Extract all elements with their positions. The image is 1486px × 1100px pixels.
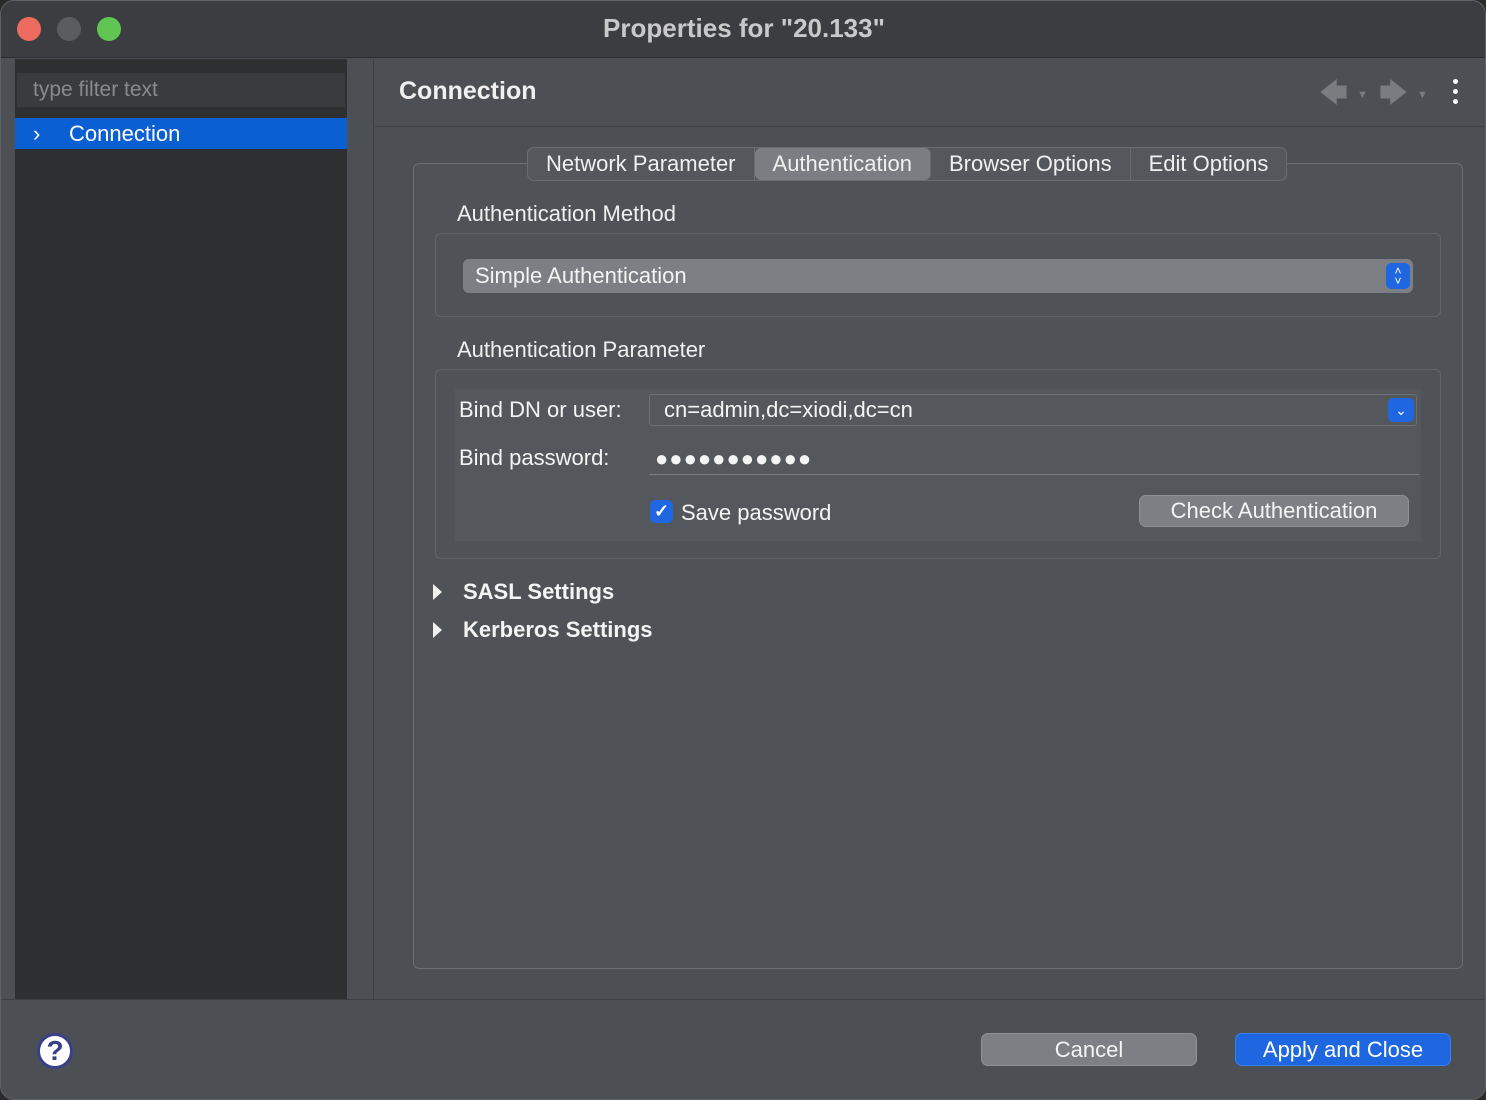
more-options-icon[interactable] — [1447, 79, 1463, 109]
pane-divider[interactable] — [373, 59, 374, 999]
auth-method-select[interactable]: Simple Authentication ˄ ˅ — [463, 259, 1413, 293]
chevron-right-icon[interactable]: › — [33, 122, 53, 145]
forward-dropdown-icon[interactable]: ▼ — [1417, 89, 1428, 101]
updown-chevron-icon[interactable]: ˄ ˅ — [1386, 263, 1410, 289]
tab-browser-options[interactable]: Browser Options — [931, 148, 1131, 180]
disclosure-triangle-icon[interactable] — [433, 584, 442, 600]
check-authentication-button[interactable]: Check Authentication — [1139, 495, 1409, 527]
chevron-down-icon[interactable]: ⌄ — [1388, 398, 1414, 422]
auth-method-label: Authentication Method — [457, 201, 676, 226]
page-title: Connection — [399, 77, 537, 105]
bind-password-field[interactable]: ●●●●●●●●●●● — [649, 443, 1419, 475]
properties-window: Properties for "20.133" › Connection Con… — [0, 0, 1486, 1100]
bind-dn-value: cn=admin,dc=xiodi,dc=cn — [664, 397, 913, 422]
window-title: Properties for "20.133" — [603, 13, 885, 43]
tab-edit-options[interactable]: Edit Options — [1131, 148, 1287, 180]
apply-and-close-button[interactable]: Apply and Close — [1235, 1033, 1451, 1066]
bind-dn-combo[interactable]: cn=admin,dc=xiodi,dc=cn ⌄ — [649, 394, 1417, 426]
back-arrow-icon[interactable]: 🡄 — [1319, 79, 1348, 107]
save-password-label[interactable]: Save password — [681, 500, 831, 526]
forward-arrow-icon[interactable]: 🡆 — [1379, 79, 1408, 107]
title-bar: Properties for "20.133" — [1, 1, 1485, 58]
kerberos-settings-expander[interactable]: Kerberos Settings — [433, 617, 653, 643]
sidebar — [15, 59, 347, 999]
footer-divider — [1, 999, 1485, 1000]
cancel-button[interactable]: Cancel — [981, 1033, 1197, 1066]
tab-authentication[interactable]: Authentication — [754, 148, 931, 180]
disclosure-triangle-icon[interactable] — [433, 622, 442, 638]
tab-bar: Network Parameter Authentication Browser… — [527, 147, 1288, 181]
header-divider — [375, 126, 1485, 127]
tab-network-parameter[interactable]: Network Parameter — [528, 148, 755, 180]
bind-password-value: ●●●●●●●●●●● — [655, 445, 813, 471]
help-icon[interactable]: ? — [37, 1033, 73, 1069]
save-password-checkbox[interactable]: ✓ — [650, 500, 673, 523]
bind-password-label: Bind password: — [459, 445, 610, 470]
back-dropdown-icon[interactable]: ▼ — [1357, 89, 1368, 101]
sidebar-item-connection[interactable]: › Connection — [15, 118, 347, 149]
bind-dn-label: Bind DN or user: — [459, 397, 622, 422]
sidebar-item-label: Connection — [69, 120, 181, 146]
sasl-settings-label[interactable]: SASL Settings — [463, 579, 614, 605]
kerberos-settings-label[interactable]: Kerberos Settings — [463, 617, 653, 643]
sasl-settings-expander[interactable]: SASL Settings — [433, 579, 614, 605]
auth-param-label: Authentication Parameter — [457, 337, 706, 362]
auth-method-value: Simple Authentication — [475, 263, 687, 288]
filter-input[interactable] — [17, 73, 345, 107]
